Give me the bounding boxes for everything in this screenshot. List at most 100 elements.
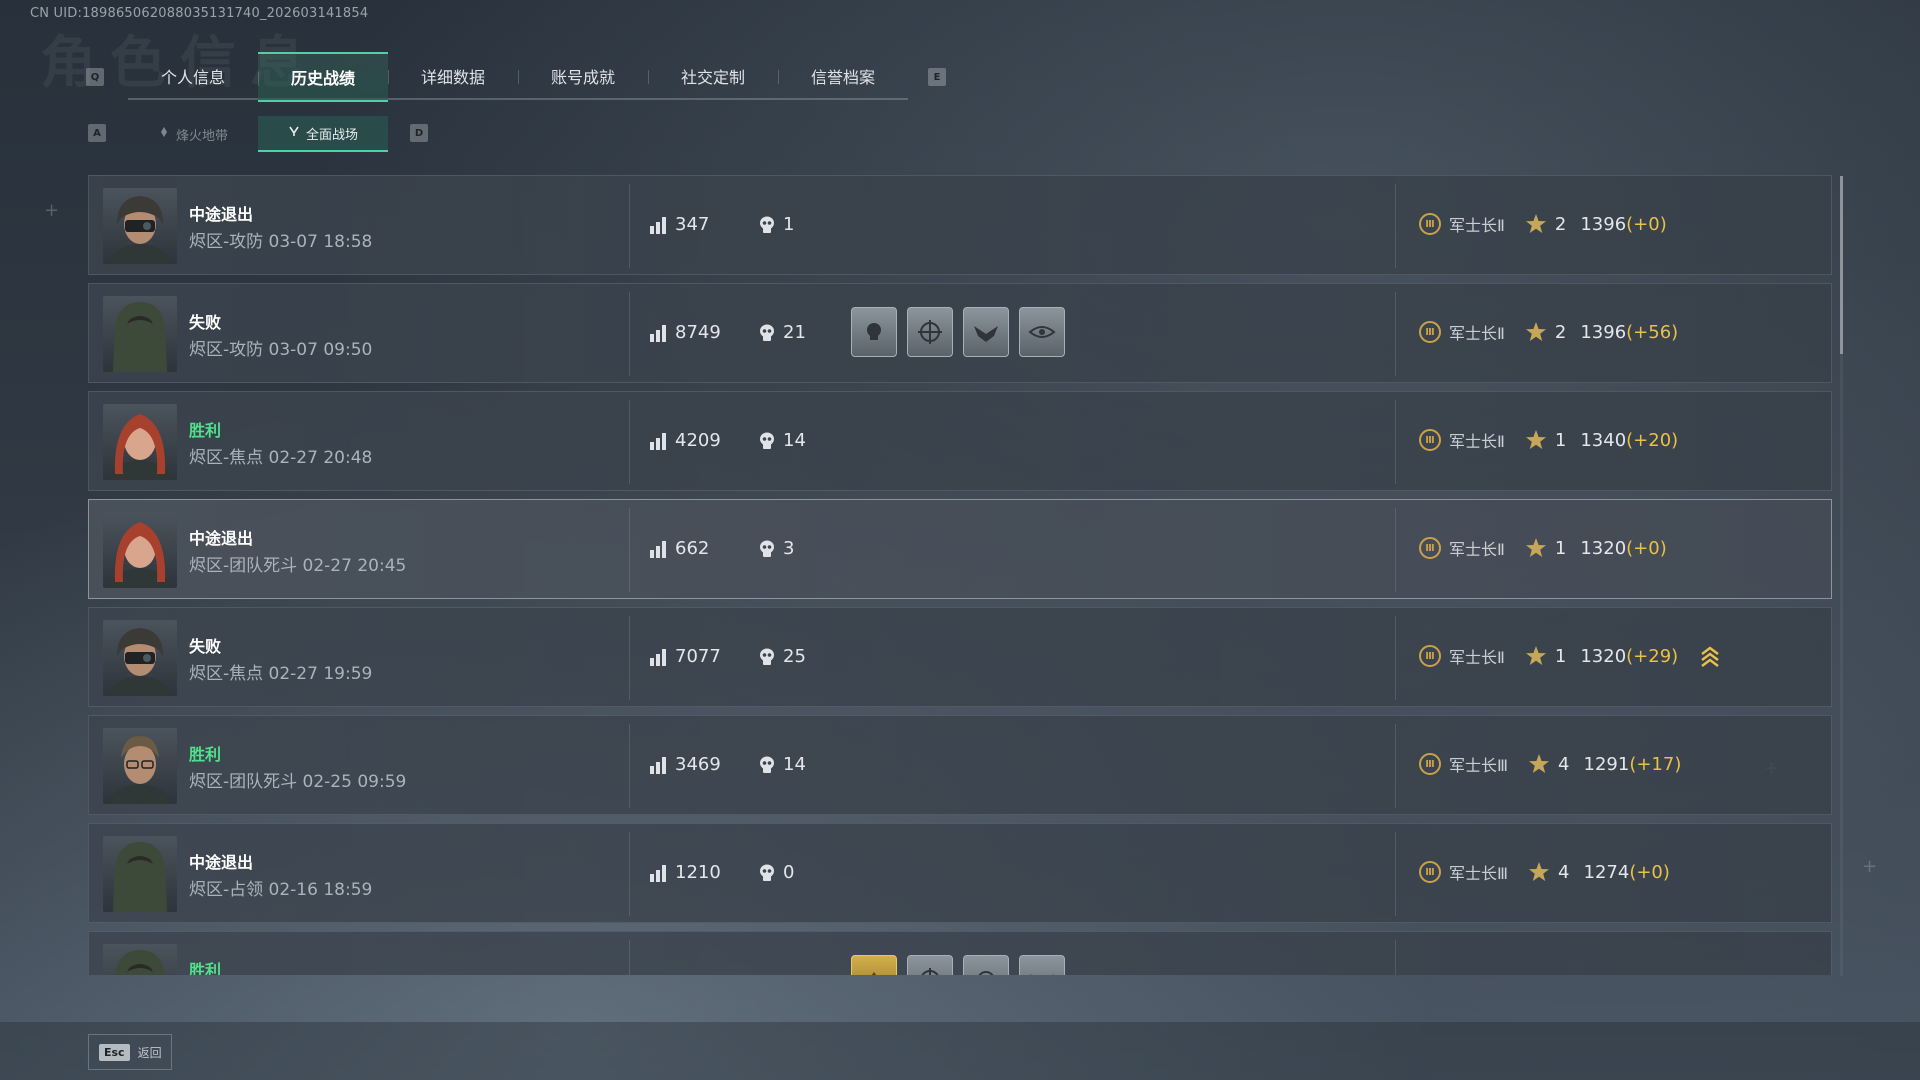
divider xyxy=(1395,184,1396,268)
prev-subtab-key[interactable]: A xyxy=(88,124,106,142)
divider xyxy=(629,400,630,484)
bar-chart-icon xyxy=(650,216,666,234)
match-mode-time: 烬区-占领 02-16 18:59 xyxy=(189,880,373,900)
score-stat: 4209 xyxy=(649,430,721,451)
match-row[interactable]: 中途退出 烬区-占领 02-16 18:59 1210 0 Ⅲ 军士长Ⅲ 4 1274(+0) xyxy=(88,823,1832,923)
operator-avatar xyxy=(103,620,177,696)
operator-avatar xyxy=(103,404,177,480)
operator-avatar xyxy=(103,728,177,804)
kills-stat: 21 xyxy=(759,322,806,343)
esc-key: Esc xyxy=(99,1043,130,1061)
prev-tab-key[interactable]: Q xyxy=(86,68,104,86)
crosshair-medal-icon[interactable] xyxy=(907,955,953,975)
elo-rating: 1340(+20) xyxy=(1580,430,1678,451)
rank-name: 军士长Ⅲ xyxy=(1449,864,1509,883)
match-result: 失败 xyxy=(189,637,222,656)
match-row[interactable]: 中途退出 烬区-攻防 03-07 18:58 347 1 Ⅲ 军士长Ⅱ 2 1396(+0) xyxy=(88,175,1832,275)
divider xyxy=(629,616,630,700)
match-result: 中途退出 xyxy=(189,205,254,224)
match-mode-time: 烬区-团队死斗 02-27 20:45 xyxy=(189,556,407,576)
crosshair-medal-icon[interactable] xyxy=(907,307,953,357)
kills-value: 3 xyxy=(783,538,795,559)
elo-value: 1291 xyxy=(1583,753,1630,775)
score-stat: 3469 xyxy=(649,754,721,775)
eagle-medal-icon[interactable] xyxy=(963,307,1009,357)
match-result: 中途退出 xyxy=(189,529,254,548)
stars-value: 1 xyxy=(1554,537,1567,559)
match-result: 胜利 xyxy=(189,961,222,975)
tab-0[interactable]: 个人信息 xyxy=(128,52,258,100)
rank-info: Ⅲ 军士长Ⅱ 1 1320(+0) xyxy=(1419,536,1667,560)
deco-plus-icon: + xyxy=(44,200,60,221)
tab-3[interactable]: 账号成就 xyxy=(518,52,648,100)
kills-value: 14 xyxy=(783,430,806,451)
tab-5[interactable]: 信誉档案 xyxy=(778,52,908,100)
divider xyxy=(1395,508,1396,592)
divider xyxy=(1395,616,1396,700)
bar-chart-icon xyxy=(650,756,666,774)
score-stat: 662 xyxy=(649,538,709,559)
subtab-label: 全面战场 xyxy=(305,127,358,143)
rank-stars: 1 xyxy=(1525,537,1566,559)
divider xyxy=(1395,292,1396,376)
star-icon xyxy=(1525,214,1546,233)
eye-medal-icon[interactable] xyxy=(1019,307,1065,357)
rank-stars: 4 xyxy=(1528,753,1570,775)
stars-value: 2 xyxy=(1554,213,1567,235)
operator-avatar xyxy=(103,296,177,372)
match-mode-time: 烬区-攻防 03-07 18:58 xyxy=(189,232,373,252)
skull-medal-icon[interactable] xyxy=(851,307,897,357)
rank-name: 军士长Ⅱ xyxy=(1449,648,1505,667)
footer-bar xyxy=(0,1022,1920,1080)
tab-1[interactable]: 历史战绩 xyxy=(258,52,388,102)
match-row[interactable]: 失败 烬区-焦点 02-27 19:59 7077 25 Ⅲ 军士长Ⅱ 1 1320(+29) xyxy=(88,607,1832,707)
divider xyxy=(629,940,630,975)
score-stat: 8749 xyxy=(649,322,721,343)
elo-value: 1396 xyxy=(1580,213,1627,235)
elo-rating: 1396(+56) xyxy=(1580,322,1678,343)
star-icon xyxy=(1529,862,1550,881)
skull-icon xyxy=(760,648,774,665)
elo-delta: (+20) xyxy=(1626,429,1679,451)
match-row[interactable]: 胜利 xyxy=(88,931,1832,975)
skull-icon xyxy=(760,756,774,773)
match-result: 胜利 xyxy=(189,421,222,440)
match-row[interactable]: 中途退出烬区-团队死斗 02-27 20:45 662 3 Ⅲ 军士长Ⅱ 1 1320(+0… xyxy=(88,499,1832,599)
subtab-1[interactable]: 全面战场 xyxy=(258,116,388,152)
elo-delta: (+0) xyxy=(1629,861,1670,883)
elo-value: 1320 xyxy=(1580,645,1627,667)
battlefield-icon xyxy=(288,125,300,141)
rank-info: Ⅲ 军士长Ⅱ 2 1396(+56) xyxy=(1419,320,1678,344)
match-row[interactable]: 胜利 烬区-焦点 02-27 20:48 4209 14 Ⅲ 军士长Ⅱ 1 1340(+20) xyxy=(88,391,1832,491)
tab-2[interactable]: 详细数据 xyxy=(388,52,518,100)
eagle-medal-icon[interactable] xyxy=(1019,955,1065,975)
rank-stars: 1 xyxy=(1525,429,1566,451)
skull-icon xyxy=(760,864,774,881)
next-tab-key[interactable]: E xyxy=(928,68,946,86)
target-medal-icon[interactable] xyxy=(963,955,1009,975)
rank-badge-icon: Ⅲ xyxy=(1419,537,1441,559)
operator-avatar xyxy=(103,188,177,264)
tab-4[interactable]: 社交定制 xyxy=(648,52,778,100)
score-value: 1210 xyxy=(675,862,721,883)
rank-badge-icon: Ⅲ xyxy=(1419,213,1441,235)
rank-name: 军士长Ⅲ xyxy=(1449,756,1509,775)
gold-medal-icon[interactable] xyxy=(851,955,897,975)
back-button[interactable]: Esc 返回 xyxy=(88,1034,172,1070)
subtab-0[interactable]: 烽火地带 xyxy=(128,116,258,152)
subtab-label: 烽火地带 xyxy=(175,128,228,144)
rank-info: Ⅲ 军士长Ⅲ 4 1291(+17) xyxy=(1419,752,1681,776)
bar-chart-icon xyxy=(650,540,666,558)
score-value: 7077 xyxy=(675,646,721,667)
elo-rating: 1274(+0) xyxy=(1584,862,1670,883)
match-row[interactable]: 胜利 烬区-团队死斗 02-25 09:59 3469 14 Ⅲ 军士长Ⅲ 4 1291(+1… xyxy=(88,715,1832,815)
rank-info: Ⅲ 军士长Ⅱ 1 1320(+29) xyxy=(1419,644,1720,668)
medal-list xyxy=(851,307,1065,357)
stars-value: 4 xyxy=(1558,861,1570,883)
match-result: 胜利 xyxy=(189,745,222,764)
score-stat: 1210 xyxy=(649,862,721,883)
match-row[interactable]: 失败 烬区-攻防 03-07 09:50 8749 21 Ⅲ 军士长Ⅱ 2 1396(+56) xyxy=(88,283,1832,383)
next-subtab-key[interactable]: D xyxy=(410,124,428,142)
scrollbar-thumb[interactable] xyxy=(1840,176,1843,354)
skull-icon xyxy=(760,540,774,557)
